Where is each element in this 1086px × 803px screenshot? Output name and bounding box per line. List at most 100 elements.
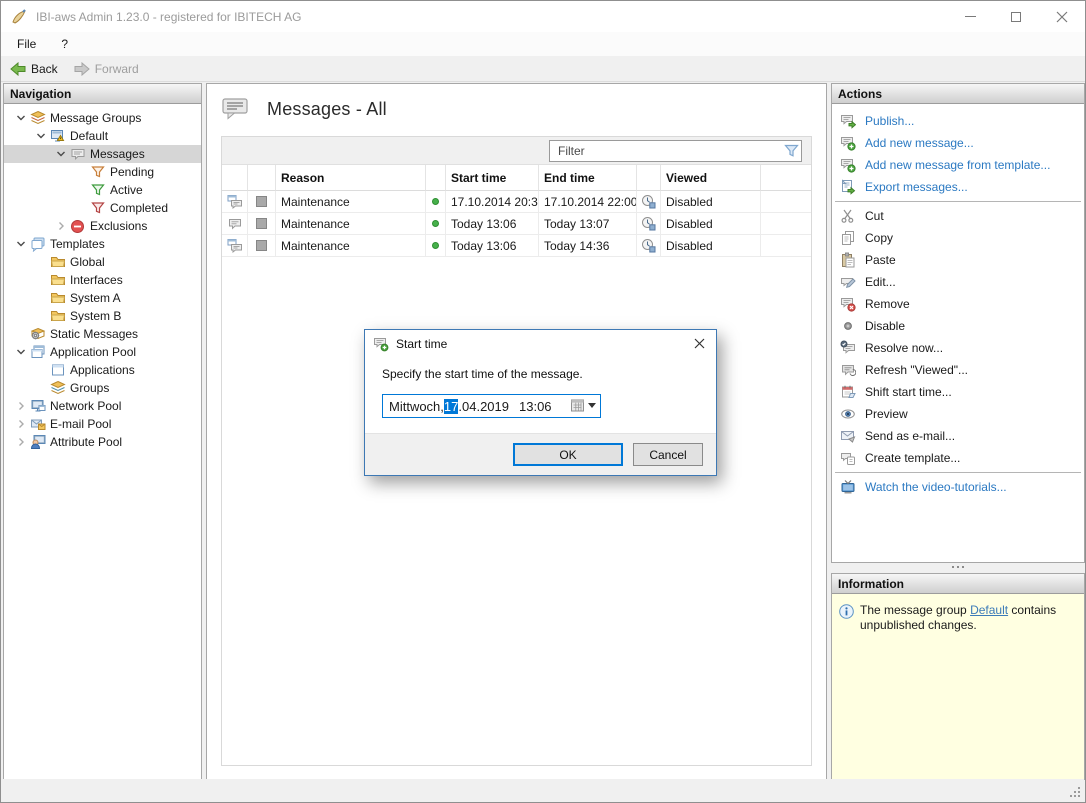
nav-item-default[interactable]: Default	[4, 127, 201, 145]
network-pool-icon	[29, 398, 46, 414]
action-shift-start-time[interactable]: Shift start time...	[832, 381, 1084, 403]
action-preview[interactable]: Preview	[832, 403, 1084, 425]
default-group-link[interactable]: Default	[970, 603, 1008, 617]
action-add-message-from-template[interactable]: Add new message from template...	[832, 154, 1084, 176]
chevron-right-icon[interactable]	[12, 434, 29, 450]
nav-item-applications[interactable]: Applications	[4, 361, 201, 379]
col-start-time[interactable]: Start time	[446, 165, 539, 191]
actions-separator	[835, 472, 1081, 473]
action-edit[interactable]: Edit...	[832, 271, 1084, 293]
back-button[interactable]: Back	[3, 60, 65, 78]
col-color[interactable]	[248, 165, 276, 191]
close-button[interactable]	[1039, 1, 1085, 32]
folder-icon	[49, 254, 66, 270]
resize-grip[interactable]	[1068, 785, 1082, 799]
chevron-down-icon[interactable]	[12, 344, 29, 360]
messages-icon	[69, 146, 86, 162]
chevron-right-icon[interactable]	[12, 416, 29, 432]
message-group-default-icon	[49, 128, 66, 144]
col-viewed-icon[interactable]	[637, 165, 661, 191]
nav-item-messages[interactable]: Messages	[4, 145, 201, 163]
viewed-clock-icon	[641, 238, 656, 253]
nav-item-groups[interactable]: Groups	[4, 379, 201, 397]
day-segment-selected[interactable]: 17	[444, 399, 458, 414]
filter-funnel-icon[interactable]	[781, 144, 801, 158]
start-time-picker[interactable]: Mittwoch , 17.04.201913:06	[382, 394, 601, 418]
action-add-new-message[interactable]: Add new message...	[832, 132, 1084, 154]
weekday-segment[interactable]: Mittwoch	[389, 399, 440, 414]
table-row[interactable]: Maintenance Today 13:06 Today 14:36 Disa…	[222, 235, 811, 257]
action-create-template[interactable]: Create template...	[832, 447, 1084, 469]
time-segment[interactable]: 13:06	[519, 399, 552, 414]
nav-item-network-pool[interactable]: Network Pool	[4, 397, 201, 415]
video-tutorials-icon	[840, 479, 856, 495]
chevron-down-icon[interactable]	[12, 110, 29, 126]
chevron-right-icon[interactable]	[12, 398, 29, 414]
table-row[interactable]: Maintenance Today 13:06 Today 13:07 Disa…	[222, 213, 811, 235]
calendar-dropdown-button[interactable]	[570, 398, 596, 413]
forward-button[interactable]: Forward	[67, 60, 146, 78]
maximize-button[interactable]	[993, 1, 1039, 32]
nav-item-system-a[interactable]: System A	[4, 289, 201, 307]
chevron-down-icon[interactable]	[32, 128, 49, 144]
spacer-cell	[761, 235, 811, 257]
nav-item-application-pool[interactable]: Application Pool	[4, 343, 201, 361]
nav-item-exclusions[interactable]: Exclusions	[4, 217, 201, 235]
nav-item-static-messages[interactable]: Static Messages	[4, 325, 201, 343]
action-paste[interactable]: Paste	[832, 249, 1084, 271]
dialog-message-add-icon	[373, 336, 389, 352]
nav-item-system-b[interactable]: System B	[4, 307, 201, 325]
nav-item-active[interactable]: Active	[4, 181, 201, 199]
dialog-close-button[interactable]	[682, 330, 716, 357]
nav-item-templates[interactable]: Templates	[4, 235, 201, 253]
chevron-spacer	[32, 254, 49, 270]
viewed-clock-icon	[641, 194, 656, 209]
action-publish[interactable]: Publish...	[832, 110, 1084, 132]
forward-label: Forward	[95, 62, 139, 76]
chevron-down-icon[interactable]	[52, 146, 69, 162]
col-viewed[interactable]: Viewed	[661, 165, 761, 191]
nav-item-completed[interactable]: Completed	[4, 199, 201, 217]
nav-item-pending[interactable]: Pending	[4, 163, 201, 181]
start-time-dialog: Start time Specify the start time of the…	[364, 329, 717, 476]
send-email-icon	[840, 428, 856, 444]
ok-button[interactable]: OK	[513, 443, 623, 466]
end-time-cell: Today 14:36	[539, 235, 637, 257]
action-resolve-now[interactable]: Resolve now...	[832, 337, 1084, 359]
navigation-header: Navigation	[4, 84, 201, 104]
reason-cell: Maintenance	[276, 213, 426, 235]
nav-item-message-groups[interactable]: Message Groups	[4, 109, 201, 127]
action-disable[interactable]: Disable	[832, 315, 1084, 337]
maximize-icon	[1011, 12, 1021, 22]
start-time-cell: Today 13:06	[446, 235, 539, 257]
action-export-messages[interactable]: Export messages...	[832, 176, 1084, 198]
col-type[interactable]	[222, 165, 248, 191]
action-cut[interactable]: Cut	[832, 205, 1084, 227]
action-send-as-email[interactable]: Send as e-mail...	[832, 425, 1084, 447]
chevron-down-icon[interactable]	[12, 236, 29, 252]
nav-item-email-pool[interactable]: E-mail Pool	[4, 415, 201, 433]
cancel-button[interactable]: Cancel	[633, 443, 703, 466]
col-end-time[interactable]: End time	[539, 165, 637, 191]
col-reason[interactable]: Reason	[276, 165, 426, 191]
table-row[interactable]: Maintenance 17.10.2014 20:30 17.10.2014 …	[222, 191, 811, 213]
filter-input[interactable]	[550, 144, 781, 158]
action-refresh-viewed[interactable]: Refresh "Viewed"...	[832, 359, 1084, 381]
action-remove[interactable]: Remove	[832, 293, 1084, 315]
month-year-segment[interactable]: .04.2019	[458, 399, 509, 414]
menu-file[interactable]: File	[8, 34, 45, 54]
panel-splitter[interactable]	[831, 566, 1085, 572]
folder-icon	[49, 290, 66, 306]
action-copy[interactable]: Copy	[832, 227, 1084, 249]
chevron-right-icon[interactable]	[52, 218, 69, 234]
chevron-spacer	[32, 272, 49, 288]
action-watch-video-tutorials[interactable]: Watch the video-tutorials...	[832, 476, 1084, 498]
minimize-button[interactable]	[947, 1, 993, 32]
nav-item-interfaces[interactable]: Interfaces	[4, 271, 201, 289]
col-status[interactable]	[426, 165, 446, 191]
message-groups-icon	[29, 110, 46, 126]
menu-help[interactable]: ?	[52, 34, 77, 54]
nav-item-attribute-pool[interactable]: Attribute Pool	[4, 433, 201, 451]
nav-item-global[interactable]: Global	[4, 253, 201, 271]
message-window-icon	[227, 238, 243, 254]
